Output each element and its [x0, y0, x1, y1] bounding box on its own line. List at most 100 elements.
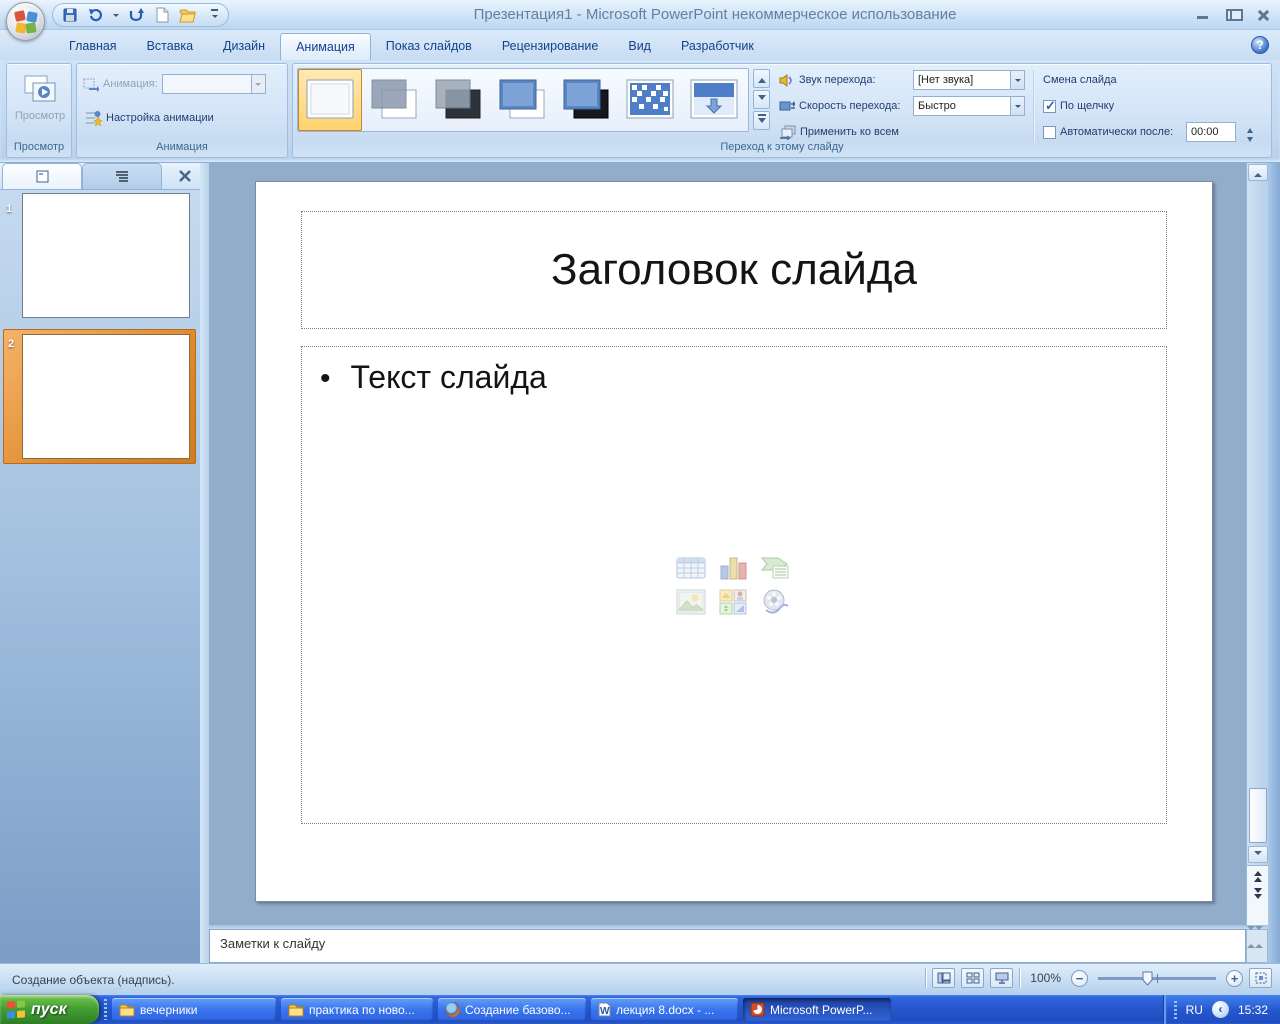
open-icon[interactable] [179, 6, 197, 24]
tab-animaciya[interactable]: Анимация [280, 33, 371, 60]
on-click-checkbox[interactable] [1043, 98, 1056, 114]
insert-clipart-icon[interactable] [718, 589, 750, 615]
insert-picture-icon[interactable] [676, 589, 708, 615]
slides-panel-tabs [0, 163, 200, 190]
undo-dropdown-icon[interactable] [113, 13, 119, 20]
scroll-down-icon[interactable] [1248, 846, 1268, 863]
tab-outline[interactable] [82, 163, 162, 189]
zoom-slider[interactable] [1098, 971, 1216, 986]
tab-vstavka[interactable]: Вставка [132, 33, 208, 60]
sound-combo-arrow-icon[interactable] [1010, 71, 1024, 89]
content-placeholder-icons [676, 555, 792, 615]
tab-slides[interactable] [2, 163, 82, 189]
normal-view-icon[interactable] [932, 968, 956, 988]
slide-thumbnail-2[interactable]: 2 [0, 329, 200, 467]
customize-qat-icon[interactable] [211, 9, 218, 21]
notes-scroll-up-icon[interactable] [1247, 926, 1255, 948]
slide-1-thumb[interactable] [22, 193, 190, 318]
zoom-slider-handle[interactable] [1142, 971, 1153, 986]
tab-razrabotchik[interactable]: Разработчик [666, 33, 769, 60]
next-slide-icon[interactable] [1254, 888, 1262, 899]
new-document-icon[interactable] [153, 6, 171, 24]
transition-dissolve[interactable] [618, 69, 682, 131]
scroll-up-icon[interactable] [1248, 164, 1268, 181]
apply-to-all-button[interactable]: Применить ко всем [779, 122, 899, 142]
save-icon[interactable] [61, 6, 79, 24]
transition-fade-smoothly[interactable] [362, 69, 426, 131]
insert-media-icon[interactable] [760, 589, 792, 615]
tab-pokaz-slaidov[interactable]: Показ слайдов [371, 33, 487, 60]
custom-animation-button[interactable]: Настройка анимации [85, 108, 214, 128]
start-label: пуск [31, 1000, 67, 1018]
slide-editing-surface[interactable]: Заголовок слайда • Текст слайда [255, 181, 1213, 902]
title-placeholder[interactable]: Заголовок слайда [301, 211, 1167, 329]
selected-slide-highlight[interactable]: 2 [3, 329, 196, 464]
gallery-scroll-up-icon[interactable] [753, 69, 770, 88]
taskbar-handle[interactable] [104, 999, 107, 1020]
clock[interactable]: 15:32 [1238, 1003, 1268, 1017]
vertical-scrollbar[interactable] [1246, 163, 1269, 925]
transition-fade-through-black[interactable] [426, 69, 490, 131]
start-button[interactable]: пуск [0, 995, 99, 1024]
tab-dizain[interactable]: Дизайн [208, 33, 280, 60]
fit-to-window-icon[interactable] [1249, 968, 1272, 988]
slide-2-thumb[interactable] [22, 334, 190, 459]
taskbar-item-vecherniki[interactable]: вечерники [112, 998, 276, 1021]
notes-scroll-down-icon[interactable] [1255, 926, 1263, 948]
auto-after-time-input[interactable]: 00:00 [1186, 122, 1236, 142]
transition-no-transition[interactable] [298, 69, 362, 131]
transition-cut-through-black[interactable] [554, 69, 618, 131]
insert-smartart-icon[interactable] [760, 555, 792, 581]
animation-combo-arrow-icon[interactable] [250, 75, 265, 93]
speed-combo[interactable]: Быстро [913, 96, 1025, 116]
office-button[interactable] [6, 2, 45, 41]
content-placeholder[interactable]: • Текст слайда [301, 346, 1167, 824]
zoom-percentage[interactable]: 100% [1030, 971, 1061, 985]
time-spin-up-icon[interactable] [1247, 125, 1253, 133]
language-bar-icon[interactable] [1211, 1001, 1229, 1018]
auto-after-checkbox[interactable] [1043, 125, 1056, 139]
help-icon[interactable]: ? [1251, 36, 1269, 54]
redo-icon[interactable] [127, 6, 145, 24]
slide-body-text: Текст слайда [350, 359, 547, 395]
transition-cut[interactable] [490, 69, 554, 131]
preview-group-label[interactable]: Просмотр [7, 141, 71, 155]
undo-icon[interactable] [87, 6, 105, 24]
slide-thumbnail-1[interactable]: 1 [0, 193, 200, 323]
taskbar-item-powerpoint[interactable]: Microsoft PowerP... [743, 998, 891, 1021]
close-icon[interactable] [1256, 9, 1270, 21]
minimize-icon[interactable] [1196, 9, 1210, 21]
insert-table-icon[interactable] [676, 555, 708, 581]
insert-chart-icon[interactable] [718, 555, 750, 581]
animation-group-label[interactable]: Анимация [77, 141, 287, 155]
auto-after-option[interactable]: Автоматически после: [1043, 122, 1173, 142]
taskbar-item-praktika[interactable]: практика по ново... [281, 998, 433, 1021]
restore-icon[interactable] [1226, 9, 1243, 21]
scrollbar-thumb[interactable] [1249, 788, 1267, 843]
slides-panel-close-icon[interactable] [178, 169, 192, 183]
gallery-more-icon[interactable] [753, 111, 770, 130]
transition-wipe-down[interactable] [682, 69, 746, 131]
zoom-in-icon[interactable]: + [1226, 969, 1243, 987]
sound-combo[interactable]: [Нет звука] [913, 70, 1025, 90]
taskbar-item-word[interactable]: W лекция 8.docx - ... [591, 998, 738, 1021]
preview-button[interactable]: Просмотр [11, 68, 69, 140]
transition-group-label[interactable]: Переход к этому слайду [293, 141, 1271, 155]
animation-combo[interactable] [161, 74, 266, 94]
notes-scrollbar[interactable] [1246, 926, 1268, 963]
tab-vid[interactable]: Вид [613, 33, 666, 60]
pane-splitter[interactable] [200, 163, 209, 963]
tab-recenzirovanie[interactable]: Рецензирование [487, 33, 614, 60]
speed-combo-arrow-icon[interactable] [1010, 97, 1024, 115]
zoom-out-icon[interactable]: − [1071, 969, 1088, 987]
notes-area[interactable]: Заметки к слайду [209, 929, 1246, 963]
slide-sorter-icon[interactable] [961, 968, 985, 988]
language-indicator[interactable]: RU [1186, 1003, 1203, 1017]
taskbar-item-firefox[interactable]: Создание базово... [438, 998, 586, 1021]
on-click-option[interactable]: По щелчку [1043, 96, 1114, 116]
title-bar[interactable]: Презентация1 - Microsoft PowerPoint неко… [0, 0, 1280, 30]
tab-glavnaya[interactable]: Главная [54, 33, 132, 60]
previous-slide-icon[interactable] [1254, 871, 1262, 882]
slideshow-icon[interactable] [990, 968, 1014, 988]
gallery-scroll-down-icon[interactable] [753, 90, 770, 109]
